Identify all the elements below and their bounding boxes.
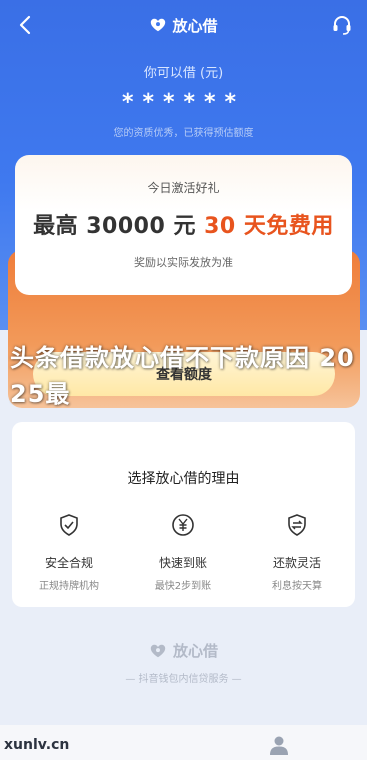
yuan-icon [172,514,194,536]
brand: 放心借 [149,15,218,36]
promo-headline: 最高 30000 元 30 天免费用 [15,208,352,240]
shield-check-icon [60,514,78,536]
reason-desc: 正规持牌机构 [39,581,99,592]
reason-name: 安全合规 [44,556,93,570]
user-tab[interactable] [268,735,290,755]
promo-note: 奖励以实际发放为准 [134,256,233,269]
reason-desc: 最快2步到账 [154,581,212,592]
headset-icon [333,16,351,35]
reason-name: 快速到账 [158,556,207,570]
footer-logo-text: 放心借 [172,642,218,660]
brand-logo-icon [151,18,166,32]
reason-item-safe: 安全合规 正规持牌机构 [14,512,124,592]
navbar: 放心借 [0,0,367,50]
reason-desc: 利息按天算 [272,581,322,592]
promo-headline-highlight: 30 天免费用 [204,214,334,239]
reasons-card: 选择放心借的理由 安全合规 正规持牌机构 快速到账 最快2步到账 还款灵活 利息… [12,422,355,607]
promo-card: 今日激活好礼 最高 30000 元 30 天免费用 奖励以实际发放为准 [15,155,352,295]
reason-name: 还款灵活 [272,556,321,570]
overlay-headline: 头条借款放心借不下款原因 2025最 [10,344,355,408]
user-icon [270,736,288,755]
loan-limit-label: 你可以借 (元) [143,66,224,81]
loan-limit-masked: ****** [121,90,246,115]
reason-item-fast: 快速到账 最快2步到账 [128,512,238,592]
footer-logo: 放心借 [0,640,367,661]
app-title: 放心借 [172,16,218,35]
reason-item-flexible: 还款灵活 利息按天算 [242,512,352,592]
promo-headline-prefix: 最高 30000 元 [33,214,205,239]
reasons-title: 选择放心借的理由 [127,471,240,487]
customer-service-button[interactable] [329,12,355,38]
back-button[interactable] [12,12,38,38]
chevron-left-icon [19,15,31,35]
loan-limit-subtitle: 您的资质优秀，已获得预估额度 [113,128,254,139]
exchange-shield-icon [288,514,306,536]
brand-logo-icon [150,644,166,657]
promo-title: 今日激活好礼 [147,181,220,195]
footer-description: — 抖音钱包内信贷服务 — [125,674,242,685]
watermark-text: xunlv.cn [4,737,70,753]
